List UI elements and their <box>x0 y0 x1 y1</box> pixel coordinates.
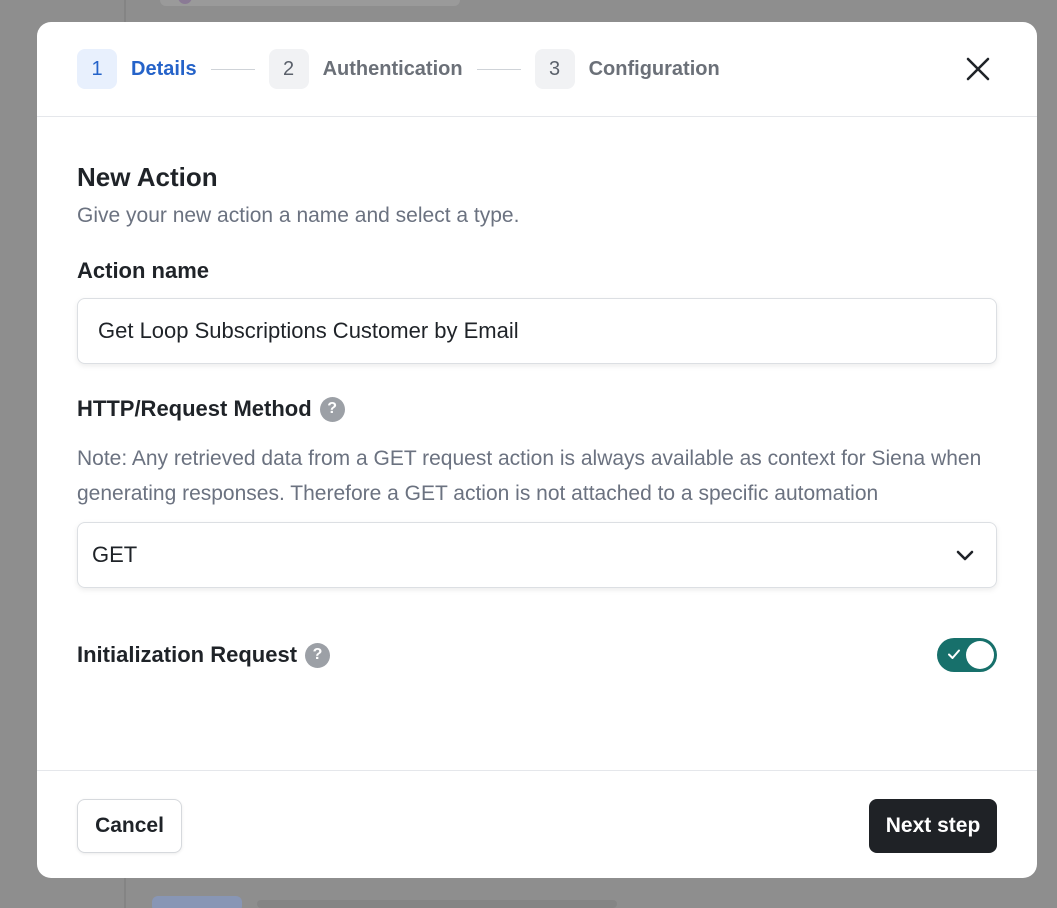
toggle-knob <box>966 641 994 669</box>
step-details[interactable]: 1 Details <box>77 49 197 89</box>
step-label: Configuration <box>588 57 720 80</box>
background-text <box>257 900 617 908</box>
step-connector <box>476 68 521 70</box>
action-name-label: Action name <box>77 258 210 283</box>
new-action-modal: 1 Details 2 Authentication 3 Configurati… <box>37 22 1037 878</box>
action-name-input[interactable] <box>77 298 997 364</box>
background-row <box>160 0 460 6</box>
background-row <box>152 892 752 908</box>
check-icon <box>948 649 960 659</box>
step-number: 3 <box>534 49 575 89</box>
stepper: 1 Details 2 Authentication 3 Configurati… <box>37 22 1037 117</box>
step-label: Details <box>131 57 197 80</box>
modal-body: New Action Give your new action a name a… <box>37 162 1037 672</box>
initialization-row: Initialization Request ? <box>77 638 997 672</box>
initialization-label: Initialization Request <box>77 642 298 667</box>
step-number: 2 <box>268 49 309 89</box>
close-button[interactable] <box>963 54 993 84</box>
help-icon[interactable]: ? <box>305 642 331 668</box>
initialization-toggle[interactable] <box>937 638 997 672</box>
chevron-down-icon <box>956 550 974 561</box>
close-icon <box>966 57 990 81</box>
http-method-note: Note: Any retrieved data from a GET requ… <box>77 447 982 505</box>
modal-subtitle: Give your new action a name and select a… <box>77 204 520 227</box>
next-step-button[interactable]: Next step <box>869 799 997 853</box>
step-authentication[interactable]: 2 Authentication <box>268 49 463 89</box>
initialization-label-row: Initialization Request ? <box>77 642 331 668</box>
http-method-selected-value: GET <box>92 542 138 567</box>
step-connector <box>210 68 255 70</box>
background-avatar <box>178 0 192 4</box>
background-badge <box>152 896 242 908</box>
modal-footer: Cancel Next step <box>37 770 1037 878</box>
modal-title: New Action <box>77 162 218 192</box>
step-label: Authentication <box>322 57 463 80</box>
http-method-select[interactable]: GET <box>77 522 997 588</box>
http-method-label: HTTP/Request Method <box>77 396 312 421</box>
cancel-button[interactable]: Cancel <box>77 799 182 853</box>
http-method-label-row: HTTP/Request Method ? <box>77 396 997 422</box>
step-configuration[interactable]: 3 Configuration <box>534 49 720 89</box>
help-icon[interactable]: ? <box>319 396 345 422</box>
step-number: 1 <box>77 49 117 89</box>
